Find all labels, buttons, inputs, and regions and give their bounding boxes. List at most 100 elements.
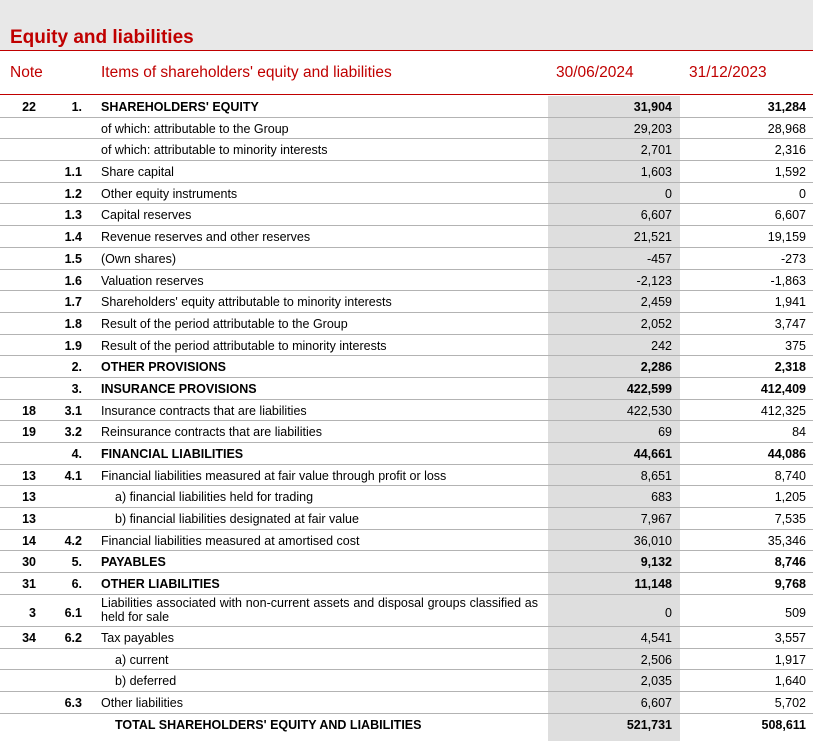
row-label: Share capital [101, 165, 174, 180]
row-label: OTHER PROVISIONS [101, 360, 227, 375]
header-note: Note [10, 64, 43, 81]
row-item-number: 4.2 [64, 533, 82, 548]
row-label: Revenue reserves and other reserves [101, 230, 311, 245]
row-value-30-06-2024: 0 [665, 186, 672, 201]
row-item-number: 5. [71, 555, 82, 570]
row-label: of which: attributable to the Group [101, 121, 289, 136]
row-label: SHAREHOLDERS' EQUITY [101, 100, 259, 114]
row-label: Valuation reserves [101, 273, 204, 288]
row-label: Financial liabilities measured at fair v… [101, 468, 447, 483]
row-item-number: 4. [71, 447, 82, 461]
row-item-number: 1. [71, 100, 82, 114]
header-period-1: 30/06/2024 [556, 64, 634, 81]
row-item-number: 6.3 [64, 695, 82, 710]
row-note: 14 [22, 533, 36, 548]
row-value-31-12-2023: 2,316 [774, 143, 806, 158]
row-item-number: 1.2 [64, 186, 82, 201]
row-note: 34 [22, 630, 36, 645]
table-row: 18 3.1 Insurance contracts that are liabil… [0, 400, 813, 422]
row-item-number: 1.7 [64, 295, 82, 310]
row-value-30-06-2024: 44,661 [633, 447, 672, 461]
table-row: a) current 2,506 1,917 [0, 649, 813, 671]
row-label: Capital reserves [101, 208, 192, 223]
row-value-30-06-2024: 6,607 [640, 208, 672, 223]
row-value-31-12-2023: -273 [780, 251, 806, 266]
row-label: Financial liabilities measured at amorti… [101, 533, 360, 548]
table-row: 1.2 Other equity instruments 0 0 [0, 183, 813, 205]
row-value-30-06-2024: 0 [665, 605, 672, 620]
row-value-31-12-2023: 31,284 [767, 100, 806, 114]
row-value-30-06-2024: 2,052 [640, 316, 672, 331]
row-value-30-06-2024: 11,148 [634, 577, 672, 592]
row-value-31-12-2023: 7,535 [774, 512, 806, 527]
row-note: 31 [22, 577, 36, 592]
row-value-31-12-2023: 3,747 [774, 316, 806, 331]
row-value-31-12-2023: 3,557 [774, 630, 806, 645]
row-value-30-06-2024: 4,541 [640, 630, 672, 645]
row-value-31-12-2023: 6,607 [774, 208, 806, 223]
row-label: Tax payables [101, 630, 174, 645]
row-label: of which: attributable to minority inter… [101, 143, 328, 158]
row-value-31-12-2023: 44,086 [767, 447, 806, 461]
row-value-31-12-2023: 412,325 [760, 403, 806, 418]
row-value-31-12-2023: 9,768 [774, 577, 806, 592]
row-value-31-12-2023: 35,346 [767, 533, 806, 548]
table-body: 22 1. SHAREHOLDERS' EQUITY 31,904 31,284 of w… [0, 96, 813, 735]
table-row: 19 3.2 Reinsurance contracts that are liab… [0, 421, 813, 443]
table-row: 1.7 Shareholders' equity attributable to … [0, 291, 813, 313]
row-value-30-06-2024: 1,603 [640, 165, 672, 180]
row-label: Result of the period attributable to min… [101, 338, 387, 353]
row-value-31-12-2023: 8,746 [774, 555, 806, 570]
row-value-30-06-2024: 2,035 [640, 674, 672, 689]
row-value-30-06-2024: 2,286 [640, 360, 672, 375]
row-value-30-06-2024: -457 [646, 251, 672, 266]
row-value-30-06-2024: 29,203 [633, 121, 672, 136]
row-item-number: 1.1 [64, 165, 82, 180]
table-row: 1.3 Capital reserves 6,607 6,607 [0, 204, 813, 227]
row-value-31-12-2023: 509 [785, 605, 806, 620]
row-label: a) current [115, 652, 169, 667]
row-note: 22 [22, 100, 36, 114]
row-value-31-12-2023: 1,205 [774, 490, 806, 505]
table-row: 14 4.2 Financial liabilities measured at a… [0, 530, 813, 552]
row-value-31-12-2023: 19,159 [767, 230, 806, 245]
row-value-30-06-2024: 2,506 [640, 652, 672, 667]
row-note: 19 [22, 425, 36, 440]
header-period-2: 31/12/2023 [689, 64, 767, 81]
row-item-number: 1.4 [64, 230, 82, 245]
row-item-number: 3. [71, 381, 82, 396]
row-value-31-12-2023: 2,318 [774, 360, 806, 375]
row-note: 30 [22, 555, 36, 570]
row-label: Result of the period attributable to the… [101, 316, 348, 331]
table-row: 34 6.2 Tax payables 4,541 3,557 [0, 627, 813, 649]
row-label: OTHER LIABILITIES [101, 577, 220, 592]
row-value-30-06-2024: 2,701 [640, 143, 672, 158]
row-value-30-06-2024: 36,010 [633, 533, 672, 548]
row-value-31-12-2023: 28,968 [767, 121, 806, 136]
table-row: 3 6.1 Liabilities associated with non-curr… [0, 595, 813, 627]
row-value-31-12-2023: 1,917 [774, 652, 806, 667]
page-title: Equity and liabilities [10, 27, 194, 48]
table-row: 13 a) financial liabilities held for trad… [0, 486, 813, 509]
table-row: 13 4.1 Financial liabilities measured at f… [0, 465, 813, 487]
row-label: Liabilities associated with non-current … [101, 595, 538, 624]
table-row: 22 1. SHAREHOLDERS' EQUITY 31,904 31,284 [0, 96, 813, 118]
row-value-31-12-2023: 8,740 [774, 468, 806, 483]
row-value-30-06-2024: 422,530 [626, 403, 672, 418]
table-row: b) deferred 2,035 1,640 [0, 670, 813, 692]
row-label: Reinsurance contracts that are liabiliti… [101, 425, 322, 440]
row-note: 13 [22, 490, 36, 505]
table-row: 1.8 Result of the period attributable to … [0, 313, 813, 335]
table-row: 4. FINANCIAL LIABILITIES 44,661 44,086 [0, 443, 813, 465]
table-row: 3. INSURANCE PROVISIONS 422,599 412,409 [0, 378, 813, 400]
row-label: TOTAL SHAREHOLDERS' EQUITY AND LIABILITI… [115, 717, 422, 732]
row-label: b) financial liabilities designated at f… [115, 512, 359, 527]
row-item-number: 6. [71, 577, 82, 592]
row-item-number: 2. [71, 360, 82, 375]
row-value-30-06-2024: 8,651 [640, 468, 672, 483]
row-item-number: 1.6 [64, 273, 82, 288]
table-row: 6.3 Other liabilities 6,607 5,702 [0, 692, 813, 714]
row-value-30-06-2024: 6,607 [640, 695, 672, 710]
header-divider [0, 94, 813, 95]
row-value-30-06-2024: 31,904 [633, 100, 672, 114]
